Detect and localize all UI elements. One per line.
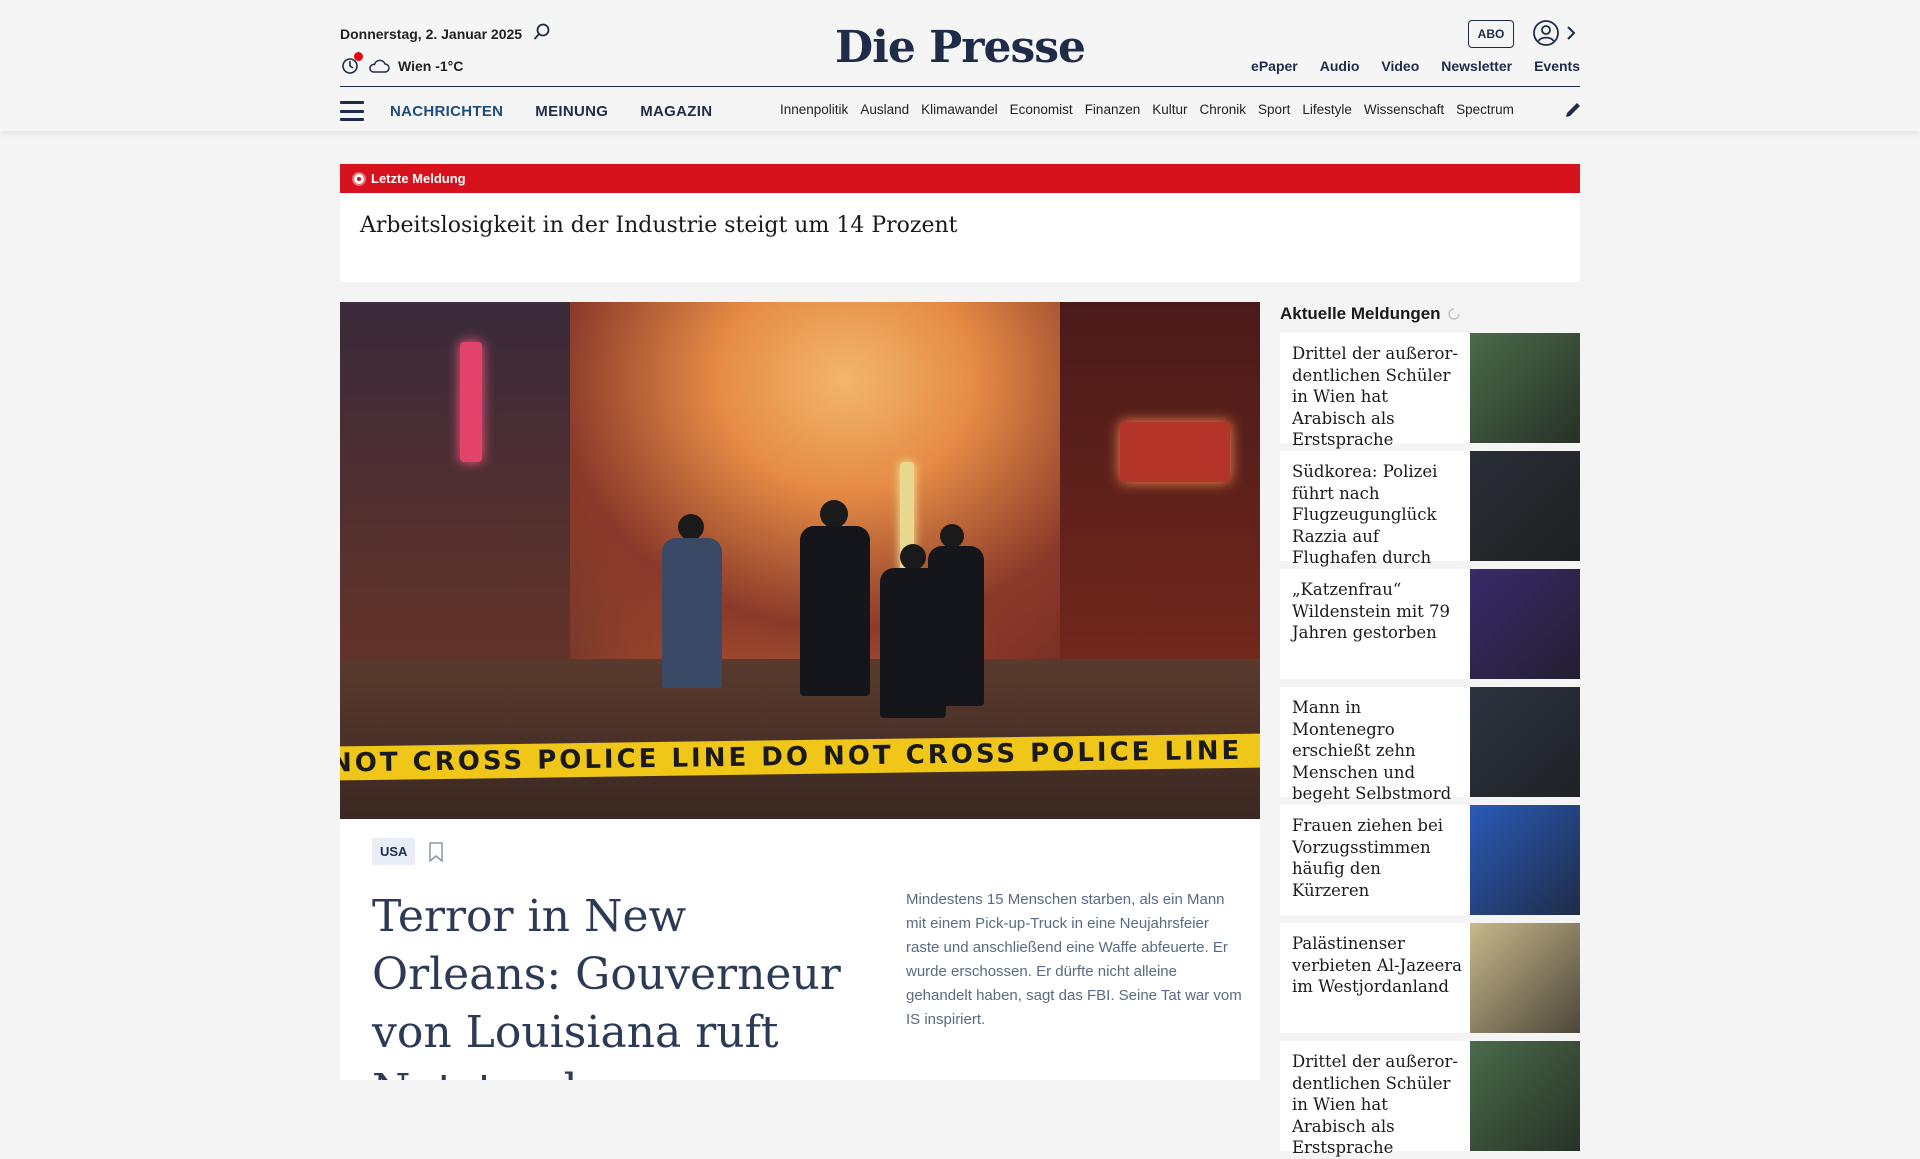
subnav-finanzen[interactable]: Finanzen xyxy=(1085,102,1141,117)
subnav-sport[interactable]: Sport xyxy=(1258,102,1290,117)
news-item-thumbnail[interactable] xyxy=(1470,451,1580,561)
news-item-title[interactable]: Drittel der außeror­dentlichen Schüler i… xyxy=(1280,1041,1470,1157)
subnav-wissenschaft[interactable]: Wissenschaft xyxy=(1364,102,1444,117)
news-item-title[interactable]: Palästinenser verbieten Al-Jazeera im We… xyxy=(1280,923,1470,1033)
news-item-thumbnail[interactable] xyxy=(1470,687,1580,797)
subnav-chronik[interactable]: Chronik xyxy=(1200,102,1247,117)
pencil-icon[interactable] xyxy=(1562,99,1584,121)
nav-magazin[interactable]: MAGAZIN xyxy=(640,103,712,120)
breaking-label: Letzte Meldung xyxy=(371,171,466,186)
news-item[interactable]: Palästinenser verbieten Al-Jazeera im We… xyxy=(1280,923,1580,1033)
abo-button[interactable]: ABO xyxy=(1468,20,1514,48)
link-video[interactable]: Video xyxy=(1381,58,1419,74)
header-divider xyxy=(340,86,1580,87)
top-links: ePaper Audio Video Newsletter Events xyxy=(1251,58,1580,74)
nav-nachrichten[interactable]: NACHRICHTEN xyxy=(390,103,503,120)
chevron-right-icon[interactable] xyxy=(1564,24,1578,42)
news-item[interactable]: Südkorea: Polizei führt nach Flugzeug­un… xyxy=(1280,451,1580,567)
breaking-title[interactable]: Arbeitslosigkeit in der Industrie steigt… xyxy=(340,193,1580,238)
category-tag[interactable]: USA xyxy=(372,838,416,865)
sidebar-title-text: Aktuelle Meldungen xyxy=(1280,304,1441,323)
subnav-klimawandel[interactable]: Klimawandel xyxy=(921,102,998,117)
site-logo[interactable]: Die Presse xyxy=(0,22,1920,73)
news-item-thumbnail[interactable] xyxy=(1470,1041,1580,1151)
lead-article-image[interactable]: NOT CROSS POLICE LINE DO NOT CROSS POLIC… xyxy=(340,302,1260,819)
subnav-innenpolitik[interactable]: Innenpolitik xyxy=(780,102,848,117)
news-item[interactable]: Drittel der außeror­dentlichen Schüler i… xyxy=(1280,333,1580,449)
user-account-icon[interactable] xyxy=(1532,19,1560,47)
nav-meinung[interactable]: MEINUNG xyxy=(535,103,608,120)
sub-navigation: Innenpolitik Ausland Klimawandel Economi… xyxy=(780,102,1554,117)
news-item-thumbnail[interactable] xyxy=(1470,569,1580,679)
sidebar-list: Drittel der außeror­dentlichen Schüler i… xyxy=(1280,333,1580,1159)
news-item-thumbnail[interactable] xyxy=(1470,805,1580,915)
news-item-title[interactable]: Südkorea: Polizei führt nach Flugzeug­un… xyxy=(1280,451,1470,567)
subnav-ausland[interactable]: Ausland xyxy=(860,102,909,117)
live-dot-icon xyxy=(354,173,364,184)
breaking-news-bar: Letzte Meldung xyxy=(340,164,1580,193)
subnav-kultur[interactable]: Kultur xyxy=(1152,102,1187,117)
news-item[interactable]: „Katzenfrau“ Wildenstein mit 79 Jahren g… xyxy=(1280,569,1580,679)
link-events[interactable]: Events xyxy=(1534,58,1580,74)
main-navigation: NACHRICHTEN MEINUNG MAGAZIN Innenpolitik… xyxy=(340,97,1580,125)
breaking-news-box[interactable]: Letzte Meldung Arbeitslosigkeit in der I… xyxy=(340,164,1580,282)
link-newsletter[interactable]: Newsletter xyxy=(1441,58,1512,74)
news-item[interactable]: Drittel der außeror­dentlichen Schüler i… xyxy=(1280,1041,1580,1157)
refresh-icon xyxy=(1447,308,1460,320)
link-epaper[interactable]: ePaper xyxy=(1251,58,1298,74)
news-item-title[interactable]: Frauen ziehen bei Vorzugsstimmen häufig … xyxy=(1280,805,1470,915)
news-item[interactable]: Frauen ziehen bei Vorzugsstimmen häufig … xyxy=(1280,805,1580,915)
news-item-thumbnail[interactable] xyxy=(1470,333,1580,443)
subnav-economist[interactable]: Economist xyxy=(1010,102,1073,117)
lead-headline[interactable]: Terror in New Orleans: Gouverneur von Lo… xyxy=(372,888,842,1080)
site-header: Donnerstag, 2. Januar 2025 Wien -1°C Die… xyxy=(0,0,1920,131)
news-item-title[interactable]: Drittel der außeror­dentlichen Schüler i… xyxy=(1280,333,1470,449)
latest-news-sidebar: Aktuelle Meldungen Drittel der außeror­d… xyxy=(1280,302,1580,1157)
subnav-lifestyle[interactable]: Lifestyle xyxy=(1302,102,1352,117)
lead-teaser: Mindestens 15 Menschen starben, als ein … xyxy=(906,891,1242,1028)
hamburger-menu-icon[interactable] xyxy=(340,101,364,121)
link-audio[interactable]: Audio xyxy=(1320,58,1360,74)
article-meta: USA xyxy=(372,838,445,865)
news-item-title[interactable]: Mann in Montenegro erschießt zehn Mensch… xyxy=(1280,687,1470,803)
news-item[interactable]: Mann in Montenegro erschießt zehn Mensch… xyxy=(1280,687,1580,803)
subnav-spectrum[interactable]: Spectrum xyxy=(1456,102,1514,117)
news-item-title[interactable]: „Katzenfrau“ Wildenstein mit 79 Jahren g… xyxy=(1280,569,1470,679)
main-sections: NACHRICHTEN MEINUNG MAGAZIN xyxy=(390,103,712,120)
sidebar-title: Aktuelle Meldungen xyxy=(1280,302,1580,326)
lead-article[interactable]: NOT CROSS POLICE LINE DO NOT CROSS POLIC… xyxy=(340,302,1260,1080)
news-item-thumbnail[interactable] xyxy=(1470,923,1580,1033)
bookmark-icon[interactable] xyxy=(427,841,445,863)
